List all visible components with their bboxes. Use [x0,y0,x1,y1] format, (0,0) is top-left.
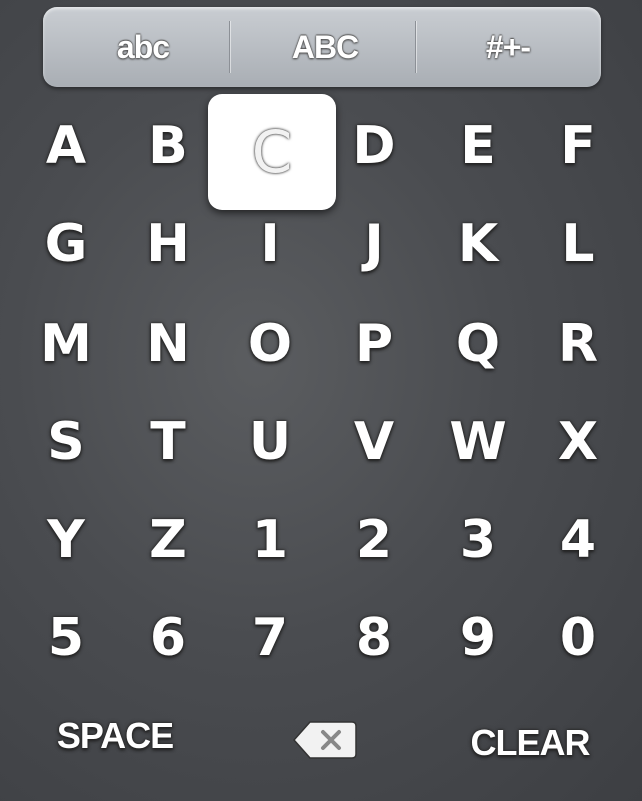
key-b[interactable]: B [138,116,198,176]
key-label: W [449,412,507,472]
key-8[interactable]: 8 [344,608,404,668]
uppercase-mode-button[interactable]: ABC [265,21,385,73]
segment-divider [229,21,230,73]
key-r[interactable]: R [548,314,608,374]
key-e[interactable]: E [448,116,508,176]
key-label: J [364,214,384,274]
key-label: 6 [149,608,187,668]
key-u[interactable]: U [240,412,300,472]
key-label: O [247,314,293,374]
key-h[interactable]: H [138,214,198,274]
lowercase-mode-label: abc [116,28,170,65]
key-label: 9 [459,608,497,668]
key-k[interactable]: K [448,214,508,274]
key-label: M [40,314,92,374]
key-label: L [561,214,595,274]
key-label: Q [455,314,501,374]
key-1[interactable]: 1 [240,510,300,570]
key-label: Y [47,510,85,570]
keyboard-mode-bar: abc ABC #+- [43,7,601,87]
backspace-button[interactable] [288,714,362,766]
key-label: F [560,116,596,176]
key-label: D [352,116,396,176]
space-button[interactable]: SPACE [45,714,185,758]
key-c[interactable]: C [208,94,336,210]
key-label: 1 [251,510,289,570]
symbols-mode-button[interactable]: #+- [453,21,563,73]
key-label: V [353,412,395,472]
key-label: E [460,116,496,176]
key-g[interactable]: G [36,214,96,274]
segment-divider [415,21,416,73]
key-v[interactable]: V [344,412,404,472]
symbols-mode-label: #+- [485,28,531,65]
key-label: B [148,116,188,176]
key-label: T [150,412,186,472]
key-label: S [47,412,85,472]
key-6[interactable]: 6 [138,608,198,668]
key-d[interactable]: D [344,116,404,176]
key-5[interactable]: 5 [36,608,96,668]
key-label: 5 [47,608,85,668]
clear-label: CLEAR [470,722,591,763]
uppercase-mode-label: ABC [291,28,359,65]
key-n[interactable]: N [138,314,198,374]
key-label: R [557,314,599,374]
key-l[interactable]: L [548,214,608,274]
key-label: G [44,214,88,274]
key-q[interactable]: Q [448,314,508,374]
key-label: 7 [251,608,289,668]
key-t[interactable]: T [138,412,198,472]
key-label: 2 [355,510,393,570]
key-label: A [45,116,87,176]
key-4[interactable]: 4 [548,510,608,570]
key-i[interactable]: I [240,214,300,274]
key-label: I [260,214,280,274]
key-o[interactable]: O [240,314,300,374]
backspace-icon [292,721,357,759]
key-2[interactable]: 2 [344,510,404,570]
key-label: U [248,412,292,472]
key-label: 4 [559,510,597,570]
key-label: X [557,412,599,472]
key-label: C [251,118,293,186]
key-m[interactable]: M [36,314,96,374]
key-3[interactable]: 3 [448,510,508,570]
key-label: P [354,314,394,374]
key-s[interactable]: S [36,412,96,472]
key-x[interactable]: X [548,412,608,472]
key-label: K [457,214,499,274]
key-9[interactable]: 9 [448,608,508,668]
key-p[interactable]: P [344,314,404,374]
space-label: SPACE [56,715,174,756]
key-a[interactable]: A [36,116,96,176]
lowercase-mode-button[interactable]: abc [88,21,198,73]
key-7[interactable]: 7 [240,608,300,668]
key-label: Z [149,510,187,570]
key-label: 0 [559,608,597,668]
key-w[interactable]: W [448,412,508,472]
key-j[interactable]: J [344,214,404,274]
key-0[interactable]: 0 [548,608,608,668]
key-label: 8 [355,608,393,668]
key-f[interactable]: F [548,116,608,176]
key-z[interactable]: Z [138,510,198,570]
key-label: H [146,214,190,274]
key-y[interactable]: Y [36,510,96,570]
key-label: N [146,314,190,374]
clear-button[interactable]: CLEAR [462,718,598,768]
key-label: 3 [459,510,497,570]
